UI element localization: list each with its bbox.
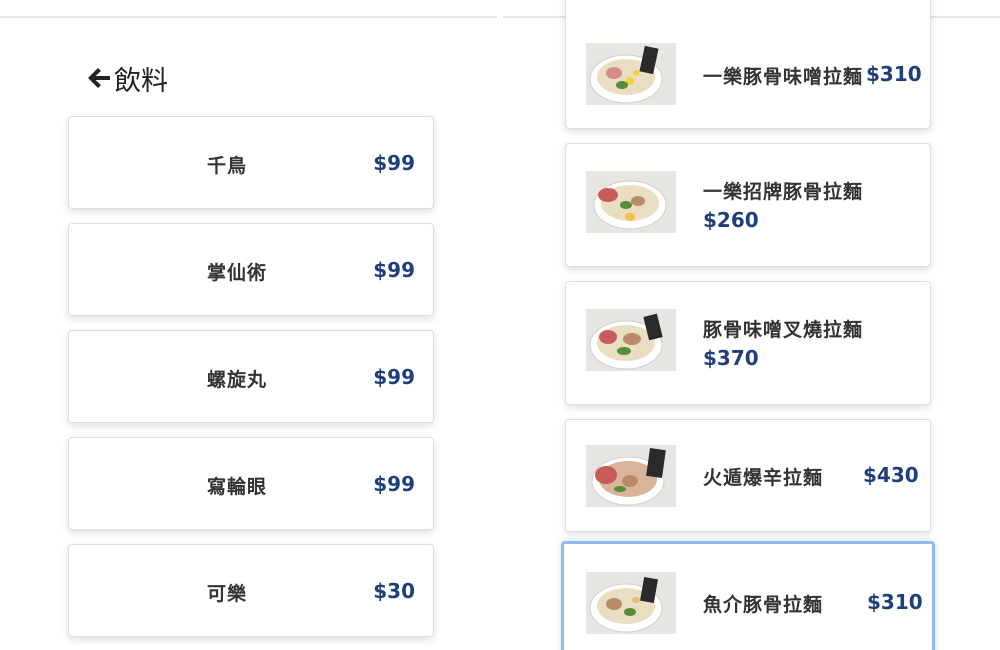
page-title: 飲料 xyxy=(114,65,168,97)
menu-item-card[interactable]: 千鳥 $99 xyxy=(68,116,434,209)
item-price: $99 xyxy=(373,365,415,389)
item-name: 一樂招牌豚骨拉麵 xyxy=(703,181,864,203)
ramen-panel: 一樂豚骨味噌拉麵 $310 一樂招牌豚骨拉麵 $260 豚骨味噌叉燒拉麵 $37… xyxy=(503,0,1000,650)
menu-item-card[interactable]: 一樂豚骨味噌拉麵 $310 xyxy=(565,0,931,129)
item-price: $310 xyxy=(866,62,922,86)
item-price: $99 xyxy=(373,472,415,496)
ramen-bowl-image xyxy=(586,572,676,634)
item-price: $99 xyxy=(373,151,415,175)
menu-item-card[interactable]: 掌仙術 $99 xyxy=(68,223,434,316)
item-price: $99 xyxy=(373,258,415,282)
top-divider xyxy=(0,16,497,18)
item-price: $310 xyxy=(867,590,923,614)
item-name: 魚介豚骨拉麵 xyxy=(703,594,824,616)
item-price: $30 xyxy=(373,579,415,603)
item-price: $370 xyxy=(703,346,759,370)
menu-item-card[interactable]: 可樂 $30 xyxy=(68,544,434,637)
menu-item-card[interactable]: 火遁爆辛拉麵 $430 xyxy=(565,419,931,532)
menu-item-card-selected[interactable]: 魚介豚骨拉麵 $310 xyxy=(561,541,935,650)
menu-item-card[interactable]: 豚骨味噌叉燒拉麵 $370 xyxy=(565,281,931,405)
item-name: 一樂豚骨味噌拉麵 xyxy=(703,66,864,88)
menu-item-card[interactable]: 一樂招牌豚骨拉麵 $260 xyxy=(565,143,931,267)
item-name: 火遁爆辛拉麵 xyxy=(703,467,824,489)
item-name: 千鳥 xyxy=(207,155,248,177)
item-price: $430 xyxy=(863,463,919,487)
item-name: 螺旋丸 xyxy=(207,369,268,391)
ramen-bowl-image xyxy=(586,309,676,371)
drinks-panel: 飲料 千鳥 $99 掌仙術 $99 螺旋丸 $99 寫輪眼 $99 可樂 $30 xyxy=(0,0,497,650)
item-name: 可樂 xyxy=(207,583,248,605)
item-name: 豚骨味噌叉燒拉麵 xyxy=(703,319,864,341)
item-name: 寫輪眼 xyxy=(207,476,268,498)
item-name: 掌仙術 xyxy=(207,262,268,284)
ramen-bowl-image xyxy=(586,445,676,507)
item-price: $260 xyxy=(703,208,759,232)
back-button[interactable]: 飲料 xyxy=(86,58,168,98)
menu-item-card[interactable]: 寫輪眼 $99 xyxy=(68,437,434,530)
ramen-bowl-image xyxy=(586,171,676,233)
menu-item-card[interactable]: 螺旋丸 $99 xyxy=(68,330,434,423)
arrow-left-icon xyxy=(88,68,110,88)
ramen-bowl-image xyxy=(586,43,676,105)
